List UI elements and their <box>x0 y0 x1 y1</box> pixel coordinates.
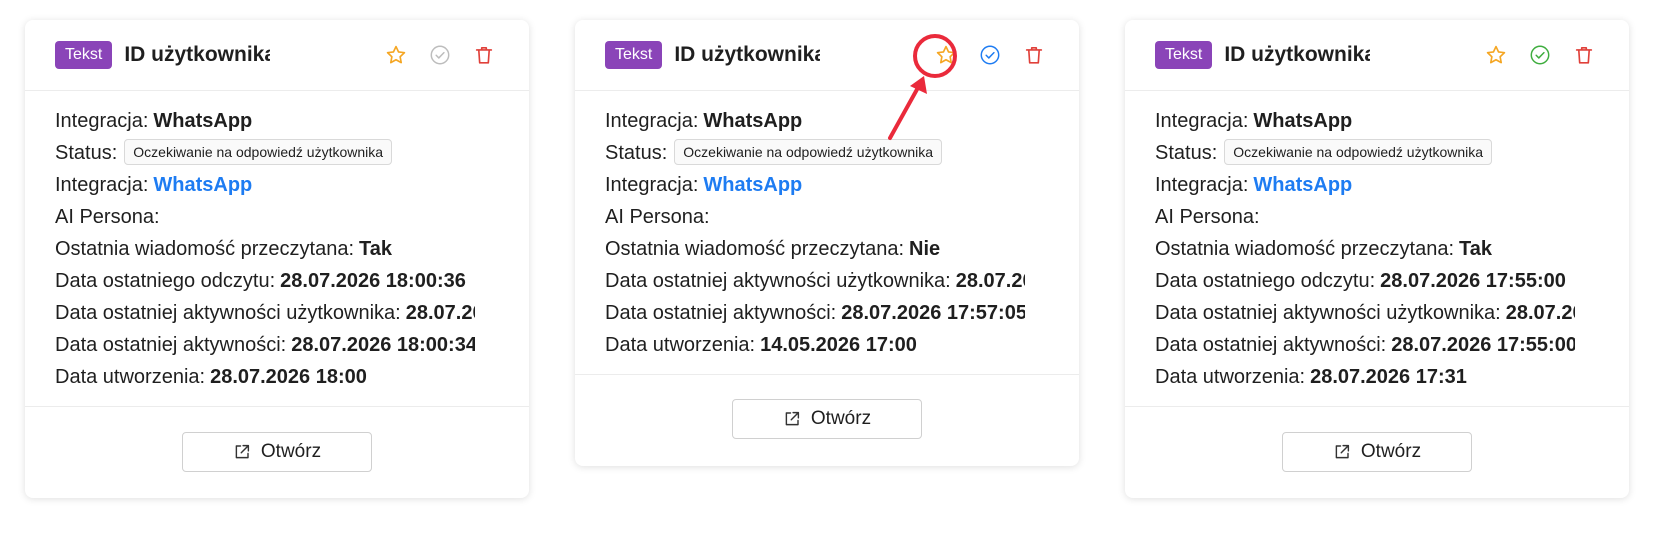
status-row: Status: Oczekiwanie na odpowiedź użytkown… <box>605 137 1025 169</box>
integration-row: Integracja: WhatsApp <box>1155 110 1353 132</box>
external-link-icon <box>235 444 249 459</box>
card-footer: Otwórz <box>25 407 529 497</box>
check-circle-icon[interactable] <box>427 42 453 68</box>
integration-value: WhatsApp <box>703 110 803 132</box>
card-title: ID użytkownika <box>1224 43 1371 66</box>
last-message-read-row: Ostatnia wiadomość przeczytana: Nie <box>605 238 941 260</box>
last-read-date-row: Data ostatniego odczytu: 28.07.2026 17:55… <box>1155 270 1566 292</box>
status-badge: Oczekiwanie na odpowiedź użytkownika <box>1224 138 1493 165</box>
card-details: Integracja: WhatsApp Status: Oczekiwanie n… <box>25 91 529 407</box>
star-icon[interactable] <box>1483 42 1509 68</box>
star-icon[interactable] <box>383 42 409 68</box>
integration-value: WhatsApp <box>1253 110 1353 132</box>
card-footer: Otwórz <box>1125 407 1629 497</box>
integration-link[interactable]: WhatsApp <box>703 174 802 196</box>
integration-link[interactable]: WhatsApp <box>153 174 252 196</box>
trash-icon[interactable] <box>1021 42 1047 68</box>
last-message-read-row: Ostatnia wiadomość przeczytana: Tak <box>1155 238 1493 260</box>
created-date-row: Data utworzenia: 14.05.2026 17:00 <box>605 334 917 356</box>
card-details: Integracja: WhatsApp Status: Oczekiwanie n… <box>575 91 1079 375</box>
card-actions <box>365 20 497 90</box>
conversation-card: Tekst ID użytkownika Integracja: WhatsApp… <box>1125 20 1629 498</box>
user-activity-date-row: Data ostatniej aktywności użytkownika: 28… <box>55 302 475 324</box>
open-button[interactable]: Otwórz <box>732 399 922 439</box>
card-header: Tekst ID użytkownika <box>575 20 1079 91</box>
card-title: ID użytkownika <box>674 43 821 66</box>
check-circle-icon[interactable] <box>977 42 1003 68</box>
status-badge: Oczekiwanie na odpowiedź użytkownika <box>124 138 393 165</box>
ai-persona-row: AI Persona: <box>1155 206 1260 228</box>
open-button[interactable]: Otwórz <box>182 432 372 472</box>
ai-persona-row: AI Persona: <box>55 206 160 228</box>
integration-row: Integracja: WhatsApp <box>55 110 253 132</box>
status-badge: Oczekiwanie na odpowiedź użytkownika <box>674 138 943 165</box>
open-button[interactable]: Otwórz <box>1282 432 1472 472</box>
open-button-label: Otwórz <box>260 441 322 462</box>
trash-icon[interactable] <box>471 42 497 68</box>
integration-row: Integracja: WhatsApp <box>605 110 803 132</box>
last-activity-date-row: Data ostatniej aktywności: 28.07.2026 18:… <box>55 334 475 356</box>
integration-value: WhatsApp <box>153 110 253 132</box>
last-message-read-row: Ostatnia wiadomość przeczytana: Tak <box>55 238 393 260</box>
conversation-card: Tekst ID użytkownika Integracja: WhatsApp… <box>25 20 529 498</box>
card-details: Integracja: WhatsApp Status: Oczekiwanie n… <box>1125 91 1629 407</box>
type-badge: Tekst <box>605 41 663 69</box>
created-date-row: Data utworzenia: 28.07.2026 17:31 <box>1155 366 1467 388</box>
card-actions <box>1465 20 1597 90</box>
open-button-label: Otwórz <box>810 408 872 429</box>
card-footer: Otwórz <box>575 375 1079 463</box>
open-button-label: Otwórz <box>1360 441 1422 462</box>
user-activity-date-row: Data ostatniej aktywności użytkownika: 28… <box>605 270 1025 292</box>
integration-link-row: Integracja: WhatsApp <box>55 174 253 196</box>
external-link-icon <box>785 411 799 426</box>
card-title: ID użytkownika <box>124 43 271 66</box>
conversation-card: Tekst ID użytkownika Integracja: WhatsApp… <box>575 20 1079 466</box>
status-row: Status: Oczekiwanie na odpowiedź użytkown… <box>55 137 475 169</box>
integration-link-row: Integracja: WhatsApp <box>605 174 803 196</box>
last-activity-date-row: Data ostatniej aktywności: 28.07.2026 17:… <box>1155 334 1575 356</box>
last-read-date-row: Data ostatniego odczytu: 28.07.2026 18:00… <box>55 270 466 292</box>
status-row: Status: Oczekiwanie na odpowiedź użytkown… <box>1155 137 1575 169</box>
card-header: Tekst ID użytkownika <box>25 20 529 91</box>
type-badge: Tekst <box>55 41 113 69</box>
integration-link-row: Integracja: WhatsApp <box>1155 174 1353 196</box>
created-date-row: Data utworzenia: 28.07.2026 18:00 <box>55 366 367 388</box>
ai-persona-row: AI Persona: <box>605 206 710 228</box>
integration-link[interactable]: WhatsApp <box>1253 174 1352 196</box>
check-circle-icon[interactable] <box>1527 42 1553 68</box>
card-header: Tekst ID użytkownika <box>1125 20 1629 91</box>
type-badge: Tekst <box>1155 41 1213 69</box>
card-actions <box>915 20 1047 90</box>
external-link-icon <box>1335 444 1349 459</box>
trash-icon[interactable] <box>1571 42 1597 68</box>
user-activity-date-row: Data ostatniej aktywności użytkownika: 28… <box>1155 302 1575 324</box>
star-icon[interactable] <box>933 42 959 68</box>
last-activity-date-row: Data ostatniej aktywności: 28.07.2026 17:… <box>605 302 1025 324</box>
